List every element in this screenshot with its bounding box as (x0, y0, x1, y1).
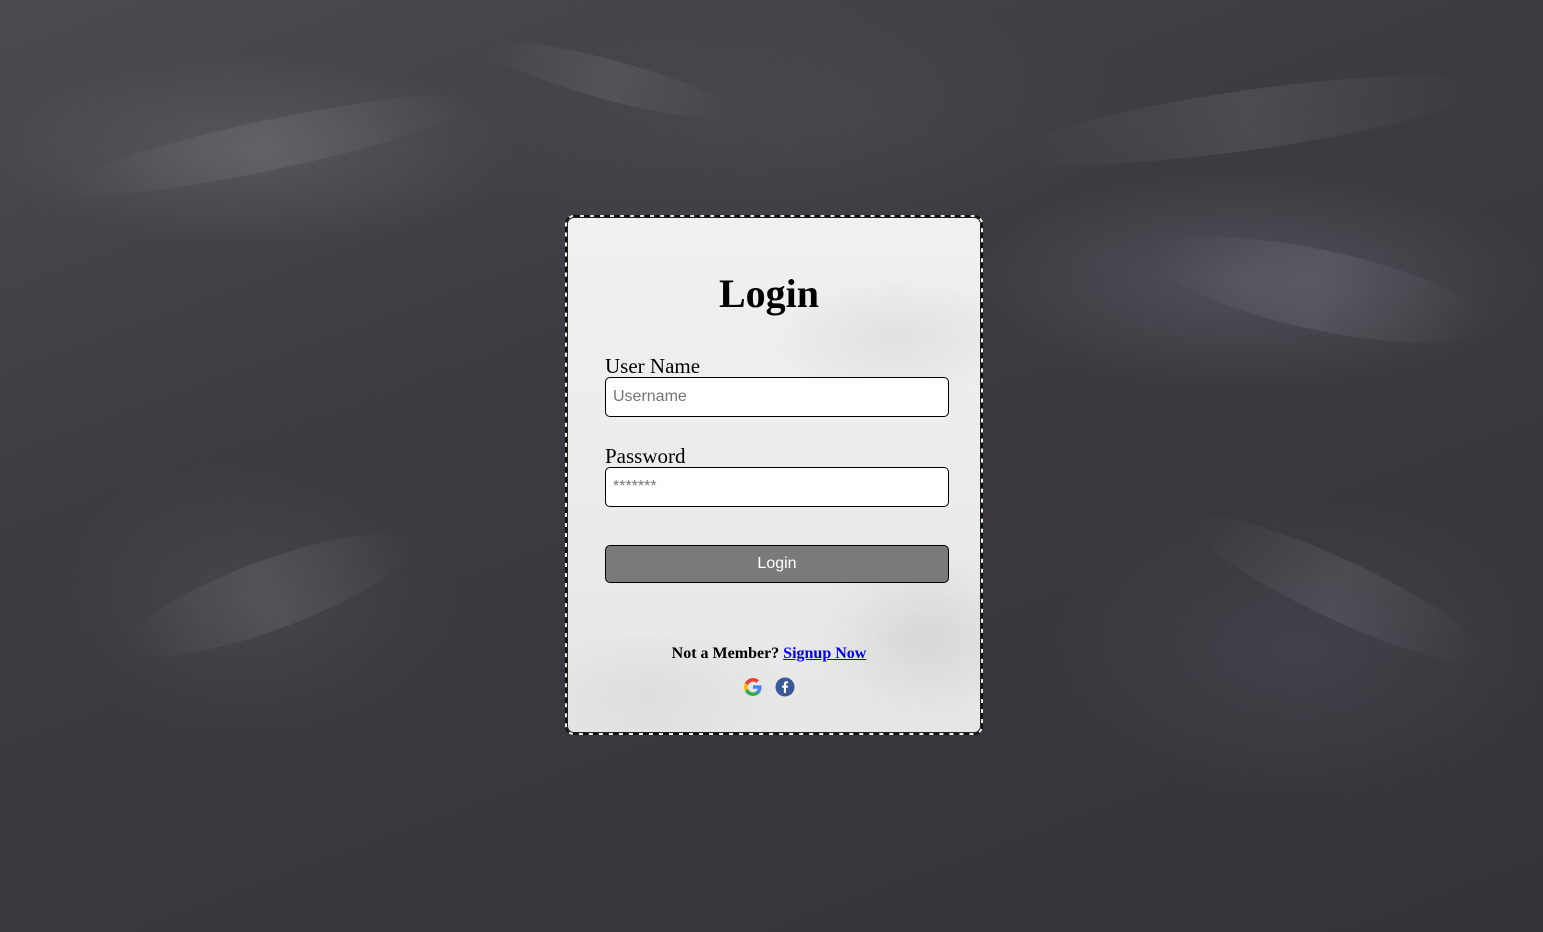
signup-link[interactable]: Signup Now (783, 645, 866, 662)
username-input[interactable] (605, 377, 949, 417)
facebook-icon[interactable] (775, 677, 795, 697)
username-label: User Name (605, 354, 701, 378)
chalk-streak (59, 76, 481, 214)
chalk-streak (117, 510, 423, 680)
social-login-row (567, 677, 971, 697)
login-button[interactable]: Login (605, 545, 949, 583)
password-input[interactable] (605, 467, 949, 507)
chalk-streak (479, 27, 741, 133)
login-card: Login User Name Password Login Not a Mem… (565, 215, 983, 735)
chalk-streak (1018, 58, 1482, 182)
password-label: Password (605, 444, 686, 468)
signup-row: Not a Member? Signup Now (567, 645, 971, 663)
signup-prompt: Not a Member? (671, 645, 780, 662)
chalk-streak (1182, 495, 1498, 685)
login-title: Login (718, 271, 820, 316)
chalk-streak (1145, 215, 1495, 365)
google-icon[interactable] (743, 677, 763, 697)
